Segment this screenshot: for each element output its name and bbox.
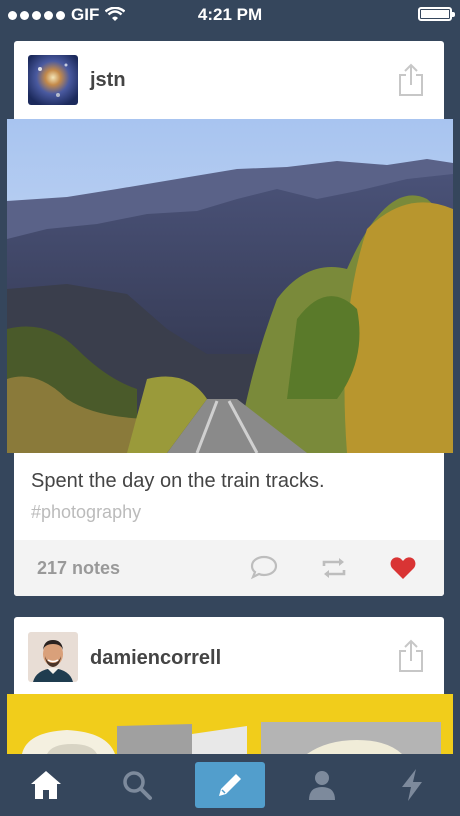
tab-search[interactable] [102,762,172,808]
tab-bar [0,754,460,816]
avatar[interactable] [28,55,78,105]
reply-icon[interactable] [250,554,278,580]
status-time: 4:21 PM [197,5,263,24]
like-heart-icon[interactable] [390,556,416,580]
search-icon [123,771,152,800]
home-icon [31,771,61,799]
tab-compose[interactable] [195,762,265,808]
post-username[interactable]: jstn [90,69,126,92]
account-icon [309,771,335,800]
tab-home[interactable] [11,762,81,808]
tab-account[interactable] [287,762,357,808]
tab-activity[interactable] [377,762,447,808]
post-tags[interactable]: #photography [31,502,141,523]
post-caption: Spent the day on the train tracks. [31,470,325,492]
post-photo[interactable] [7,119,453,453]
battery-icon [418,7,455,21]
share-icon[interactable] [398,63,424,97]
post-header: jstn [14,41,444,121]
post-header: damiencorrell [14,617,444,697]
reblog-icon[interactable] [320,555,348,581]
notes-count[interactable]: 217 notes [37,558,120,579]
post-photo[interactable] [7,694,453,754]
share-icon[interactable] [398,639,424,673]
compose-icon [219,774,241,796]
avatar[interactable] [28,632,78,682]
status-bar: GIF 4:21 PM [0,0,460,30]
post-footer: 217 notes [14,540,444,596]
post-username[interactable]: damiencorrell [90,647,221,670]
activity-icon [402,769,422,801]
